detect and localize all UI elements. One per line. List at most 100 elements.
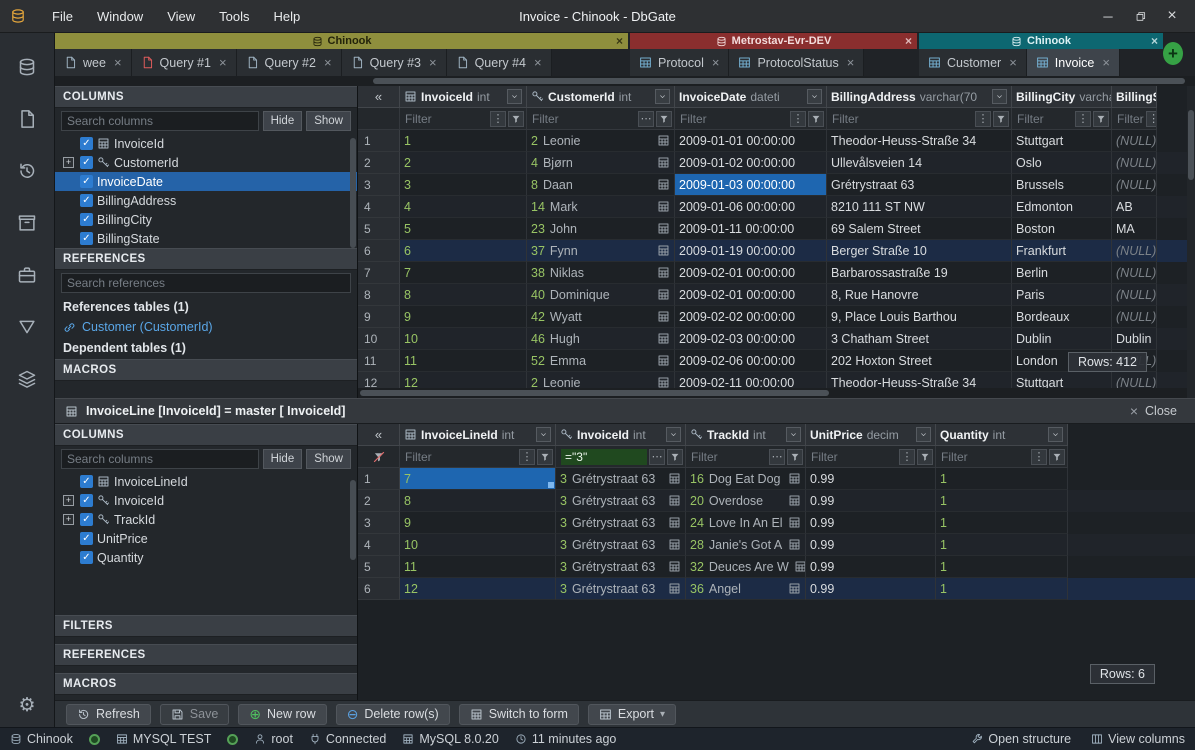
cell-invoiceid[interactable]: 10 <box>400 328 527 350</box>
filters-section-header[interactable]: FILTERS <box>55 615 357 637</box>
column-dropdown[interactable] <box>655 89 670 104</box>
cell-billingcity[interactable]: Stuttgart <box>1012 372 1112 388</box>
open-reference-icon[interactable] <box>788 472 801 485</box>
cell-customerid[interactable]: 23John <box>527 218 675 240</box>
expand-icon[interactable]: + <box>63 514 74 525</box>
cell-invoiceid[interactable]: 3Grétrystraat 63 <box>556 512 686 534</box>
checkbox[interactable]: ✓ <box>80 551 93 564</box>
cell-invoicedate[interactable]: 2009-02-01 00:00:00 <box>675 284 827 306</box>
tab-customer[interactable]: Customer× <box>919 49 1027 76</box>
tab-query-3[interactable]: Query #3× <box>342 49 447 76</box>
row-number[interactable]: 9 <box>358 306 400 328</box>
cell-invoicedate[interactable]: 2009-02-06 00:00:00 <box>675 350 827 372</box>
filter-customerid[interactable]: Filter⋯ <box>527 108 675 130</box>
column-tree-item-trackid[interactable]: +✓TrackId <box>55 510 357 529</box>
cell-billingcity[interactable]: Boston <box>1012 218 1112 240</box>
column-tree-item-unitprice[interactable]: ✓UnitPrice <box>55 529 357 548</box>
tab-group-header-metrostav-evr-dev[interactable]: Metrostav-Evr-DEV× <box>630 33 917 49</box>
cell-customerid[interactable]: 14Mark <box>527 196 675 218</box>
row-number[interactable]: 4 <box>358 196 400 218</box>
filter-placeholder[interactable]: Filter <box>1017 112 1073 126</box>
cell-customerid[interactable]: 37Fynn <box>527 240 675 262</box>
column-header-billingaddress[interactable]: BillingAddressvarchar(70 <box>827 86 1012 108</box>
plugins-icon[interactable] <box>17 369 37 389</box>
open-reference-icon[interactable] <box>657 134 670 147</box>
cell-billingstate[interactable]: (NULL) <box>1112 262 1157 284</box>
cell-invoicelineid[interactable]: 11 <box>400 556 556 578</box>
new-row-button[interactable]: ⊕ New row <box>238 704 326 725</box>
filters-icon[interactable] <box>17 317 37 337</box>
filter-menu-icon[interactable]: ⋯ <box>769 449 785 465</box>
cell-billingcity[interactable]: Dublin <box>1012 328 1112 350</box>
column-tree-item-billingstate[interactable]: ✓BillingState <box>55 229 357 248</box>
expand-icon[interactable]: + <box>63 495 74 506</box>
cell-quantity[interactable]: 1 <box>936 512 1068 534</box>
new-tab-button[interactable]: + <box>1163 42 1183 65</box>
cell-invoiceid[interactable]: 3Grétrystraat 63 <box>556 534 686 556</box>
grid-vscrollbar-thumb[interactable] <box>1188 110 1194 180</box>
cell-billingcity[interactable]: Bordeaux <box>1012 306 1112 328</box>
references-section-header[interactable]: REFERENCES <box>55 248 357 270</box>
open-reference-icon[interactable] <box>788 538 801 551</box>
filter-funnel-icon[interactable] <box>917 449 933 465</box>
columns-section-header[interactable]: COLUMNS <box>55 86 357 108</box>
column-tree-item-billingcity[interactable]: ✓BillingCity <box>55 210 357 229</box>
row-number[interactable]: 6 <box>358 240 400 262</box>
checkbox[interactable]: ✓ <box>80 475 93 488</box>
open-reference-icon[interactable] <box>657 156 670 169</box>
column-tree-item-invoicelineid[interactable]: ✓InvoiceLineId <box>55 472 357 491</box>
cell-billingstate[interactable]: MA <box>1112 218 1157 240</box>
cell-billingcity[interactable]: Edmonton <box>1012 196 1112 218</box>
cell-invoiceid[interactable]: 11 <box>400 350 527 372</box>
column-header-invoiceid[interactable]: InvoiceIdint <box>400 86 527 108</box>
cell-invoiceid[interactable]: 6 <box>400 240 527 262</box>
grid-vscrollbar[interactable] <box>1187 86 1195 398</box>
close-icon[interactable]: × <box>1102 55 1110 70</box>
column-header-unitprice[interactable]: UnitPricedecim <box>806 424 936 446</box>
filter-funnel-icon[interactable] <box>508 111 524 127</box>
tab-wee[interactable]: wee× <box>55 49 132 76</box>
open-reference-icon[interactable] <box>657 354 670 367</box>
close-icon[interactable]: × <box>847 55 855 70</box>
cell-invoicedate[interactable]: 2009-02-02 00:00:00 <box>675 306 827 328</box>
tabs-scrollbar[interactable] <box>55 76 1195 86</box>
close-icon[interactable]: × <box>324 55 332 70</box>
close-icon[interactable]: × <box>712 55 720 70</box>
cell-billingcity[interactable]: Frankfurt <box>1012 240 1112 262</box>
cell-invoicedate[interactable]: 2009-01-01 00:00:00 <box>675 130 827 152</box>
cell-billingstate[interactable]: Dublin <box>1112 328 1157 350</box>
filter-billingcity[interactable]: Filter⋮ <box>1012 108 1112 130</box>
close-icon[interactable]: × <box>1151 34 1158 48</box>
row-number[interactable]: 7 <box>358 262 400 284</box>
cell-invoicedate[interactable]: 2009-01-03 00:00:00 <box>675 174 827 196</box>
filter-menu-icon[interactable]: ⋯ <box>649 449 665 465</box>
open-reference-icon[interactable] <box>668 494 681 507</box>
filter-placeholder[interactable]: Filter <box>941 450 1029 464</box>
cell-billingstate[interactable]: (NULL) <box>1112 152 1157 174</box>
column-header-quantity[interactable]: Quantityint <box>936 424 1068 446</box>
open-reference-icon[interactable] <box>657 376 670 388</box>
cell-quantity[interactable]: 1 <box>936 578 1068 600</box>
close-detail-button[interactable]: × Close <box>1130 403 1185 419</box>
filter-funnel-icon[interactable] <box>667 449 683 465</box>
row-number[interactable]: 5 <box>358 556 400 578</box>
cell-billingstate[interactable]: (NULL) <box>1112 174 1157 196</box>
cell-quantity[interactable]: 1 <box>936 556 1068 578</box>
search-columns-input[interactable] <box>61 449 259 469</box>
cell-billingaddress[interactable]: 202 Hoxton Street <box>827 350 1012 372</box>
save-button[interactable]: Save <box>160 704 230 725</box>
cell-billingstate[interactable]: (NULL) <box>1112 306 1157 328</box>
filter-funnel-icon[interactable] <box>1049 449 1065 465</box>
row-number[interactable]: 11 <box>358 350 400 372</box>
cell-quantity[interactable]: 1 <box>936 534 1068 556</box>
macros-section-header[interactable]: MACROS <box>55 673 357 695</box>
row-number[interactable]: 6 <box>358 578 400 600</box>
column-dropdown[interactable] <box>1048 427 1063 442</box>
columns-section-header[interactable]: COLUMNS <box>55 424 357 446</box>
cell-trackid[interactable]: 24Love In An El <box>686 512 806 534</box>
cell-customerid[interactable]: 38Niklas <box>527 262 675 284</box>
close-icon[interactable]: × <box>905 34 912 48</box>
tab-invoice[interactable]: Invoice× <box>1027 49 1120 76</box>
open-reference-icon[interactable] <box>668 560 681 573</box>
open-structure-button[interactable]: Open structure <box>971 732 1071 746</box>
